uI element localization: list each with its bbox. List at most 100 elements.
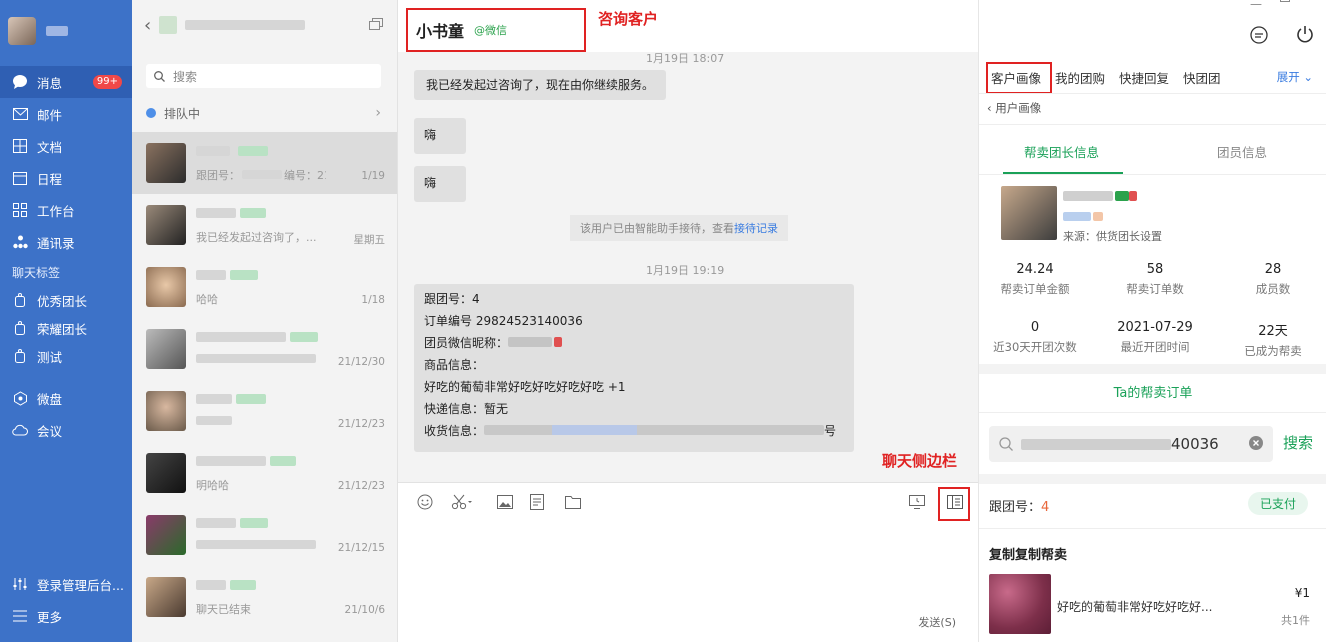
contact-avatar [146,391,186,431]
conversation-item[interactable]: 聊天已结束 21/10/6 [132,566,397,628]
nav-label: 荣耀团长 [37,321,88,337]
group-avatar [159,16,178,34]
history-icon[interactable] [908,493,926,511]
tab-my-group-buy[interactable]: 我的团购 [1055,68,1105,87]
conversation-item[interactable]: 哈哈 1/18 [132,256,397,318]
tab-member-info[interactable]: 团员信息 [1217,142,1267,161]
conversation-time: 21/12/23 [337,480,385,492]
conversation-list-header: ‹ [132,0,397,50]
stat-label: 帮卖订单金额 [1000,282,1070,296]
tab-kuaituantuan[interactable]: 快团团 [1183,68,1221,87]
scissors-icon[interactable] [450,493,474,511]
group-title: 复制复制帮卖 [989,548,1068,563]
conversation-item[interactable]: 我已经发起过咨询了，... 星期五 [132,194,397,256]
nav-item-messages[interactable]: 消息 99+ [0,66,132,98]
nav-label: 优秀团长 [37,293,88,309]
chat-tags-heading: 聊天标签 [12,265,61,280]
image-icon[interactable] [496,493,514,511]
nav-bottom: 登录管理后台... 更多 [0,568,132,642]
conversation-item[interactable]: 跟团号： 编号：210... 1/19 [132,132,397,194]
chat-options-icon[interactable] [1250,26,1268,44]
document-icon [12,138,28,154]
tab-quick-reply[interactable]: 快捷回复 [1119,68,1169,87]
contact-avatar [146,453,186,493]
breadcrumb[interactable]: ‹ 用户画像 [987,100,1041,116]
clear-icon[interactable] [1249,436,1263,450]
message-bubble: 嗨 [414,166,466,202]
expand-button[interactable]: 展开 ⌄ [1263,69,1313,85]
chevron-right-icon: › [375,105,381,121]
search-placeholder: 搜索 [173,69,198,84]
conversation-item[interactable]: 21/12/30 [132,318,397,380]
contact-avatar [146,143,186,183]
clock-icon [146,108,156,118]
nav-item-more[interactable]: 更多 [0,600,132,632]
order-line-label: 团员微信昵称： [424,336,509,350]
conversation-item[interactable]: 21/12/15 [132,504,397,566]
nav-item-contacts[interactable]: 通讯录 [0,226,132,258]
power-icon[interactable] [1296,24,1314,44]
order-line: 快递信息：暂无 [424,402,509,416]
tab-leader-info[interactable]: 帮卖团长信息 [1024,142,1099,161]
conversation-list: ‹ 搜索 排队中 › 跟团号：编号：210... 1/19 我 [132,0,398,642]
stat-value: 58 [1146,262,1164,277]
contact-name-blurred [196,207,266,219]
system-notice-text: 该用户已由智能助手接待，查看 [580,222,734,235]
nav-item-workbench[interactable]: 工作台 [0,194,132,226]
minimize-icon[interactable]: — [1250,0,1262,11]
profile[interactable] [0,0,132,62]
nav-label: 会议 [37,423,63,439]
mail-icon [12,106,28,122]
queue-label: 排队中 [164,106,201,121]
divider [979,528,1326,529]
nav-tag-honor-leader[interactable]: 荣耀团长 [0,314,132,342]
calendar-icon [12,170,28,186]
back-arrow-icon[interactable]: ‹ [144,15,151,36]
order-line: 跟团号：4 [424,292,480,306]
nav-item-calendar[interactable]: 日程 [0,162,132,194]
nav-item-meeting[interactable]: 会议 [0,414,132,446]
nav-label: 日程 [37,171,63,187]
conversation-preview: 明哈哈 [196,479,229,492]
search-input[interactable]: 搜索 [146,64,381,88]
note-icon[interactable] [528,493,546,511]
chat-pane: 小书童 @微信 咨询客户 1月19日 18:07 我已经发起过咨询了，现在由你继… [398,0,978,642]
nav-tag-excellent-leader[interactable]: 优秀团长 [0,286,132,314]
conversation-item[interactable]: 21/12/23 [132,380,397,442]
order-search-input[interactable]: 40036 [989,426,1273,462]
paid-badge: 已支付 [1247,492,1308,515]
conversation-item[interactable]: 明哈哈 21/12/23 [132,442,397,504]
customer-name: 小书童 [416,22,465,41]
order-line: 商品信息： [424,358,485,372]
contact-avatar [146,577,186,617]
search-icon [154,70,165,82]
nav-item-mail[interactable]: 邮件 [0,98,132,130]
message-list: 1月19日 18:07 我已经发起过咨询了，现在由你继续服务。 嗨 嗨 该用户已… [398,52,978,482]
stat-label: 成员数 [1255,282,1291,296]
order-search-button[interactable]: 搜索 [1283,432,1313,453]
nav-item-admin[interactable]: 登录管理后台... [0,568,132,600]
message-bubble: 我已经发起过咨询了，现在由你继续服务。 [414,70,667,100]
nav-item-docs[interactable]: 文档 [0,130,132,162]
nav-tag-test[interactable]: 测试 [0,342,132,370]
product-name[interactable]: 好吃的葡萄非常好吃好吃好... [1057,598,1212,615]
order-line: 好吃的葡萄非常好吃好吃好吃好吃 +1 [424,380,626,394]
contact-name-blurred [196,145,268,157]
app-window: 消息 99+ 邮件 文档 日程 工作台 通讯录 聊天标签 优秀团长 荣耀团长 测… [0,0,1326,642]
chat-title-box[interactable]: 小书童 @微信 [406,8,586,52]
message-input[interactable]: 发送(S) [398,522,978,642]
avatar[interactable] [8,17,36,45]
queue-row[interactable]: 排队中 › [132,98,397,128]
customer-source: @微信 [474,24,508,37]
folder-icon[interactable] [564,493,582,511]
conversation-preview: 哈哈 [196,293,218,306]
reception-record-link[interactable]: 接待记录 [734,222,778,235]
nav-item-drive[interactable]: 微盘 [0,382,132,414]
nav-divider [0,370,132,382]
contact-name-blurred [196,331,318,343]
new-window-icon[interactable] [369,18,383,30]
emoji-icon[interactable] [416,493,434,511]
stat-last-group-time: 2021-07-29 最近开团时间 [1105,320,1205,355]
maximize-icon[interactable] [1280,0,1290,2]
send-button[interactable]: 发送(S) [918,614,956,630]
